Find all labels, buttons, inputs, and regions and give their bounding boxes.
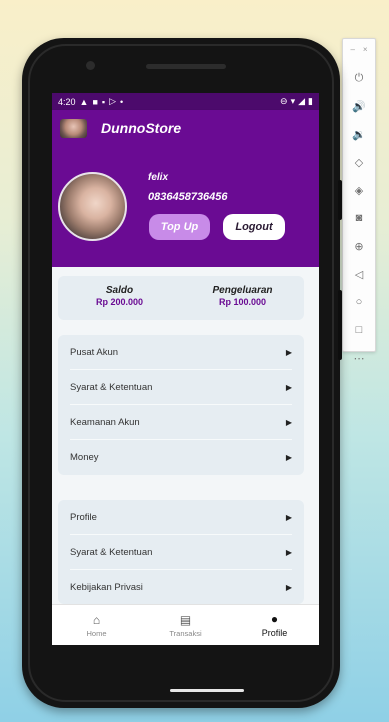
profile-name: felix xyxy=(148,172,169,183)
home-circle-icon[interactable]: ○ xyxy=(343,288,375,316)
menu-card-info: Profile ▶ Syarat & Ketentuan ▶ Kebijakan… xyxy=(58,500,304,604)
saldo-label: Saldo xyxy=(105,285,134,296)
menu-item-label: Profile xyxy=(70,511,97,523)
more-icon[interactable]: ⋯ xyxy=(343,344,375,372)
battery-icon: ▮ xyxy=(308,96,313,106)
menu-item-keamanan-akun[interactable]: Keamanan Akun ▶ xyxy=(70,405,292,440)
back-icon[interactable]: ◁ xyxy=(343,260,375,288)
avatar xyxy=(58,172,127,241)
profile-phone: 0836458736456 xyxy=(148,191,228,203)
menu-item-label: Syarat & Ketentuan xyxy=(70,546,153,558)
menu-item-pusat-akun[interactable]: Pusat Akun ▶ xyxy=(70,335,292,370)
chevron-right-icon: ▶ xyxy=(285,382,292,392)
pengeluaran-section: Pengeluaran Rp 100.000 xyxy=(181,276,304,320)
dot-icon: • xyxy=(120,96,124,107)
logout-button[interactable]: Logout xyxy=(223,214,285,240)
nav-label: Profile xyxy=(261,628,288,638)
menu-item-syarat-ketentuan[interactable]: Syarat & Ketentuan ▶ xyxy=(70,370,292,405)
front-camera xyxy=(86,61,95,70)
play-icon: ▷ xyxy=(109,96,117,106)
side-button-volume[interactable] xyxy=(338,290,342,360)
nav-profile[interactable]: ● Profile xyxy=(230,605,319,645)
chevron-right-icon: ▶ xyxy=(285,512,292,522)
menu-item-label: Kebijakan Privasi xyxy=(70,582,143,593)
saldo-section: Saldo Rp 200.000 xyxy=(58,276,181,320)
power-icon[interactable]: ⏻ xyxy=(343,64,375,92)
app-bar: DunnoStore xyxy=(52,110,319,146)
bottom-navigation: ⌂ Home ▤ Transaksi ● Profile xyxy=(52,604,319,645)
app-title: DunnoStore xyxy=(101,120,182,136)
pengeluaran-label: Pengeluaran xyxy=(212,285,273,296)
zoom-icon[interactable]: ⊕ xyxy=(343,232,375,260)
menu-item-label: Pusat Akun xyxy=(70,346,119,358)
menu-item-profile[interactable]: Profile ▶ xyxy=(70,500,292,535)
menu-item-label: Money xyxy=(70,452,99,463)
menu-card-account: Pusat Akun ▶ Syarat & Ketentuan ▶ Keaman… xyxy=(58,335,304,475)
chevron-right-icon: ▶ xyxy=(285,453,292,462)
sd-card-icon: ▪ xyxy=(101,96,106,107)
rotate-left-icon[interactable]: ◇ xyxy=(343,148,375,176)
person-icon: ● xyxy=(270,612,279,626)
pengeluaran-value: Rp 100.000 xyxy=(218,297,267,307)
earpiece-speaker xyxy=(146,64,226,69)
warning-icon: ▲ xyxy=(79,96,89,107)
nav-label: Home xyxy=(86,628,107,638)
wifi-icon: ▾ xyxy=(290,96,296,106)
balance-card: Saldo Rp 200.000 Pengeluaran Rp 100.000 xyxy=(58,276,304,320)
menu-item-label: Syarat & Ketentuan xyxy=(70,381,153,393)
chevron-right-icon: ▶ xyxy=(285,417,292,427)
profile-header: felix 0836458736456 Top Up Logout xyxy=(52,146,319,267)
notification-icon: ■ xyxy=(92,96,98,107)
nav-transaksi[interactable]: ▤ Transaksi xyxy=(141,605,230,645)
volume-down-icon[interactable]: 🔉 xyxy=(343,120,375,148)
saldo-value: Rp 200.000 xyxy=(95,297,144,307)
minimize-icon[interactable]: – xyxy=(350,45,354,54)
menu-item-syarat-ketentuan-2[interactable]: Syarat & Ketentuan ▶ xyxy=(70,535,292,570)
overview-icon[interactable]: □ xyxy=(343,316,375,344)
camera-icon[interactable]: ◙ xyxy=(343,204,375,232)
chevron-right-icon: ▶ xyxy=(285,547,292,557)
volume-up-icon[interactable]: 🔊 xyxy=(343,92,375,120)
close-icon[interactable]: × xyxy=(363,45,368,54)
chevron-right-icon: ▶ xyxy=(285,347,292,357)
nav-home[interactable]: ⌂ Home xyxy=(52,605,141,645)
menu-item-label: Keamanan Akun xyxy=(70,416,140,428)
app-screen: 4:20 ▲ ■ ▪ ▷ • ⊖ ▾ ◢ ▮ DunnoStore felix … xyxy=(52,93,319,645)
signal-icon: ◢ xyxy=(298,96,306,106)
status-bar: 4:20 ▲ ■ ▪ ▷ • ⊖ ▾ ◢ ▮ xyxy=(52,93,319,110)
receipt-icon: ▤ xyxy=(179,612,192,627)
topup-button[interactable]: Top Up xyxy=(149,214,210,240)
gesture-bar[interactable] xyxy=(170,689,244,692)
rotate-right-icon[interactable]: ◈ xyxy=(343,176,375,204)
dnd-icon: ⊖ xyxy=(280,96,288,106)
status-time: 4:20 xyxy=(58,96,76,107)
menu-item-kebijakan-privasi[interactable]: Kebijakan Privasi ▶ xyxy=(70,570,292,604)
menu-item-money[interactable]: Money ▶ xyxy=(70,440,292,475)
app-logo xyxy=(60,118,87,138)
emulator-toolbar: – × ⏻ 🔊 🔉 ◇ ◈ ◙ ⊕ ◁ ○ □ ⋯ xyxy=(342,38,376,365)
nav-label: Transaksi xyxy=(169,628,202,638)
chevron-right-icon: ▶ xyxy=(285,583,292,592)
side-button-power[interactable] xyxy=(338,180,342,220)
home-icon: ⌂ xyxy=(92,612,101,627)
